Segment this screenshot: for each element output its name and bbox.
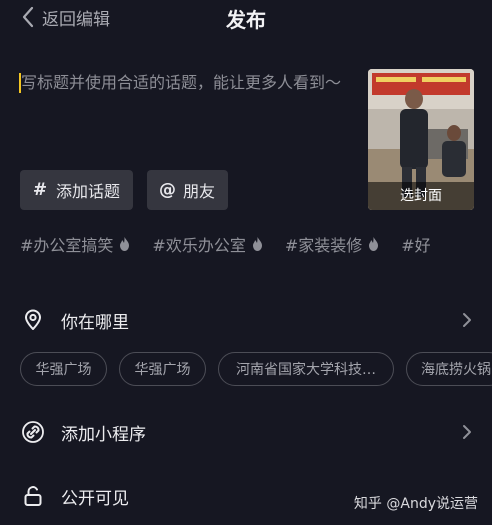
add-topic-label: 添加话题 xyxy=(56,182,121,201)
hashtag-label: #欢乐办公室 xyxy=(152,236,246,255)
back-label: 返回编辑 xyxy=(42,9,110,30)
cover-label: 选封面 xyxy=(368,182,474,210)
hashtag-label: #家装装修 xyxy=(284,236,363,255)
cover-picker[interactable]: 选封面 xyxy=(368,69,474,210)
hashtag-item[interactable]: #好 xyxy=(401,231,430,257)
unlock-icon xyxy=(24,486,42,506)
chevron-right-icon xyxy=(463,425,471,439)
flame-icon xyxy=(369,237,379,251)
mention-friends-button[interactable]: @ 朋友 xyxy=(147,170,229,210)
back-button[interactable]: 返回编辑 xyxy=(22,6,110,30)
location-suggestion[interactable]: 河南省国家大学科技… xyxy=(218,352,394,386)
hash-icon: # xyxy=(32,180,48,200)
visibility-label: 公开可见 xyxy=(61,488,129,509)
hashtag-item[interactable]: #家装装修 xyxy=(285,231,379,257)
chevron-right-icon xyxy=(463,313,471,327)
caption-input[interactable]: 写标题并使用合适的话题，能让更多人看到～ xyxy=(21,70,349,96)
location-suggestion[interactable]: 华强广场 xyxy=(20,352,107,386)
hashtag-label: #办公室搞笑 xyxy=(20,236,114,255)
location-suggestion[interactable]: 华强广场 xyxy=(119,352,206,386)
flame-icon xyxy=(252,237,262,251)
hashtag-item[interactable]: #欢乐办公室 xyxy=(152,231,262,257)
location-pin-icon xyxy=(25,309,41,330)
watermark: 知乎 @Andy说运营 xyxy=(353,496,478,512)
at-icon: @ xyxy=(159,180,176,200)
chevron-left-icon xyxy=(22,6,34,28)
hashtag-label: #好 xyxy=(401,236,431,255)
hashtag-item[interactable]: #办公室搞笑 xyxy=(20,231,130,257)
mention-friends-label: 朋友 xyxy=(183,182,216,201)
location-row[interactable]: 你在哪里 xyxy=(0,298,492,342)
location-suggestion[interactable]: 海底捞火锅 xyxy=(406,352,492,386)
mini-program-label: 添加小程序 xyxy=(61,424,146,445)
location-label: 你在哪里 xyxy=(61,312,129,333)
flame-icon xyxy=(120,237,130,251)
add-topic-button[interactable]: # 添加话题 xyxy=(20,170,134,210)
hashtag-suggestions: #办公室搞笑 #欢乐办公室 #家装装修 #好 xyxy=(20,231,431,257)
link-icon xyxy=(22,421,44,443)
mini-program-row[interactable]: 添加小程序 xyxy=(0,410,492,454)
